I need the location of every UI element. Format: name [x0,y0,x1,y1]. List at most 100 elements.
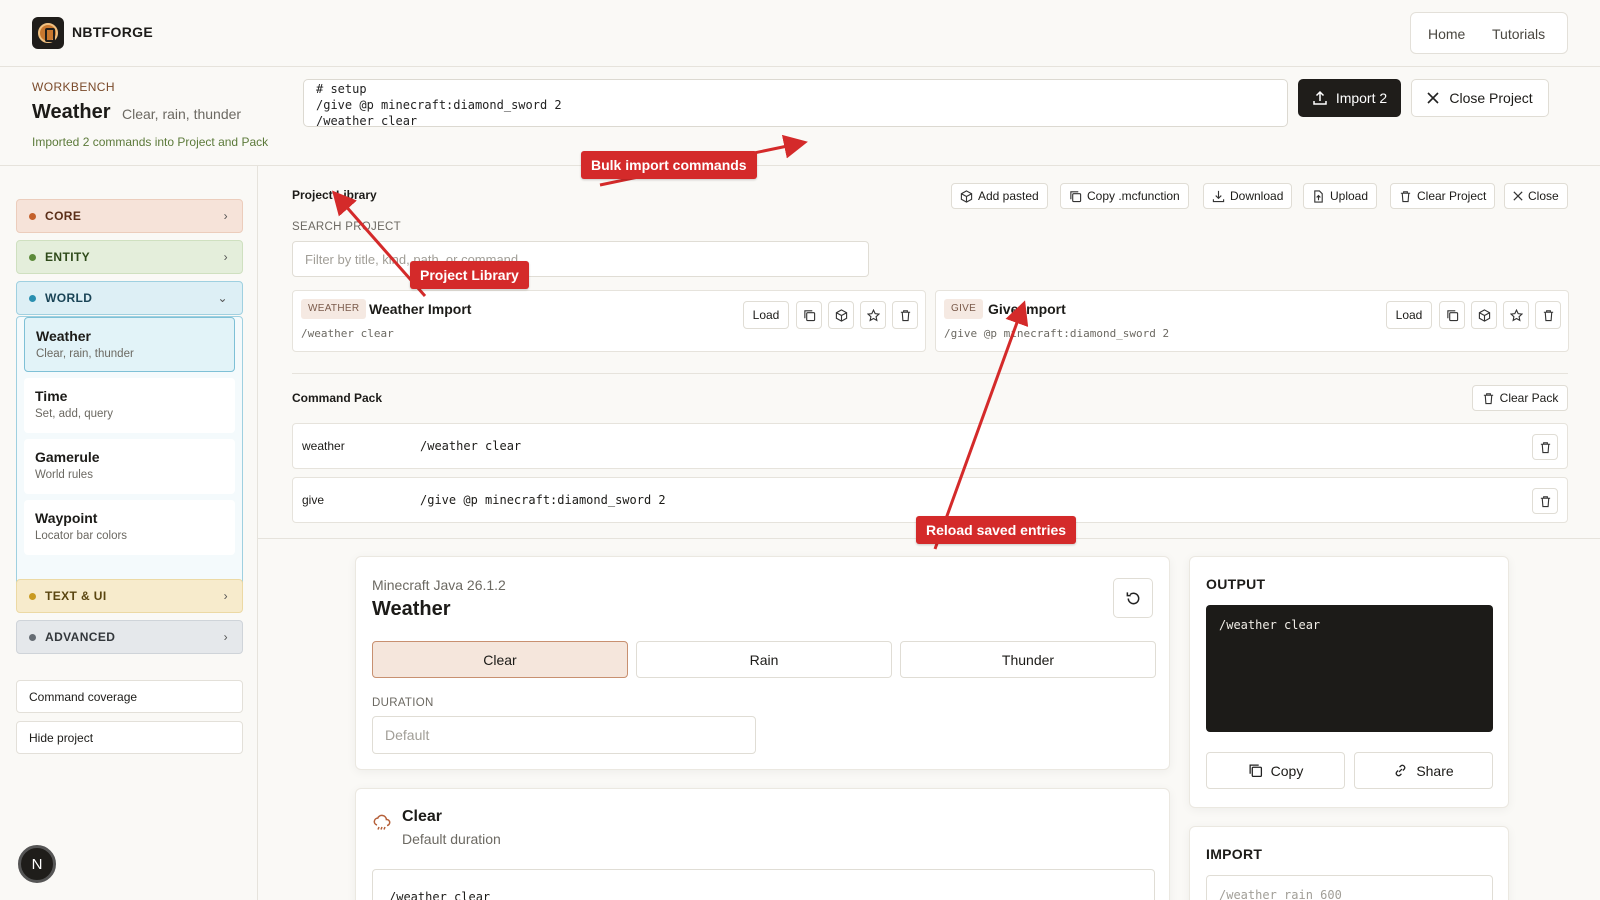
sidebar-item-subtitle: Clear, rain, thunder [36,348,134,360]
trash-icon [1540,441,1550,453]
clear-project-button[interactable]: Clear Project [1390,183,1496,209]
import-status: Imported 2 commands into Project and Pac… [32,135,269,149]
copy-icon [1446,309,1458,321]
text-ui-dot-icon [29,592,36,600]
import-input[interactable]: /weather rain 600 [1206,875,1493,900]
category-core-label: CORE [45,209,82,223]
sidebar-item-waypoint[interactable]: Waypoint Locator bar colors [24,500,235,555]
workbench-label: WORKBENCH [32,80,115,94]
add-pasted-button[interactable]: Add pasted [951,183,1048,209]
import-button[interactable]: Import 2 [1298,79,1401,117]
preset-title: Clear [402,808,443,825]
preset-command[interactable]: /weather clear [372,869,1155,900]
advanced-dot-icon [29,633,36,641]
hide-project-button[interactable]: Hide project [16,721,243,754]
sidebar-item-gamerule[interactable]: Gamerule World rules [24,439,235,494]
entry-title: Give Import [988,301,1066,317]
project-library-title: Project Library [292,188,377,202]
delete-button[interactable] [892,301,918,329]
copy-mcfunction-label: Copy .mcfunction [1087,189,1180,203]
category-text-ui[interactable]: TEXT & UI › [16,579,243,613]
library-entry-weather[interactable]: WEATHER Weather Import /weather clear Lo… [292,290,926,352]
top-nav: Home Tutorials [1410,12,1568,54]
core-dot-icon [29,212,36,220]
add-to-pack-button[interactable] [828,301,854,329]
library-entry-give[interactable]: GIVE Give Import /give @p minecraft:diam… [935,290,1569,352]
output-title: OUTPUT [1206,576,1266,592]
sidebar-item-time[interactable]: Time Set, add, query [24,378,235,433]
trash-icon [1400,190,1411,202]
load-button[interactable]: Load [1386,301,1432,329]
add-pasted-label: Add pasted [978,189,1039,203]
delete-button[interactable] [1532,488,1558,514]
output-card: OUTPUT /weather clear Copy Share [1189,556,1509,808]
reset-button[interactable] [1113,578,1153,618]
file-upload-icon [1314,189,1323,203]
editor-title: Weather [372,598,451,620]
trash-icon [1543,309,1553,321]
load-button[interactable]: Load [743,301,789,329]
close-icon [1427,92,1439,104]
download-button[interactable]: Download [1203,183,1293,209]
category-entity[interactable]: ENTITY › [16,240,243,274]
clear-pack-button[interactable]: Clear Pack [1472,385,1568,411]
upload-label: Upload [1330,189,1369,203]
copy-button[interactable] [1439,301,1465,329]
category-advanced[interactable]: ADVANCED › [16,620,243,654]
copy-icon [1070,190,1082,202]
duration-input[interactable] [372,716,756,754]
top-bar: NBTFORGE Home Tutorials [0,0,1600,67]
favorite-button[interactable] [1503,301,1529,329]
nav-home-link[interactable]: Home [1428,26,1465,42]
entry-command: /give @p minecraft:diamond_sword 2 [944,327,1170,340]
search-label: SEARCH PROJECT [292,221,401,233]
trash-icon [900,309,910,321]
category-world-label: WORLD [45,291,93,305]
kind-badge: GIVE [944,299,984,319]
copy-mcfunction-button[interactable]: Copy .mcfunction [1060,183,1189,209]
command-coverage-button[interactable]: Command coverage [16,680,243,713]
entity-dot-icon [29,253,36,261]
logo[interactable] [32,17,64,49]
add-to-pack-button[interactable] [1471,301,1497,329]
search-input[interactable] [292,241,869,277]
world-subitems: Weather Clear, rain, thunder Time Set, a… [16,316,243,605]
copy-icon [803,309,815,321]
category-entity-label: ENTITY [45,250,91,264]
copy-output-button[interactable]: Copy [1206,752,1345,789]
sidebar: CORE › ENTITY › WORLD ⌄ Weather Clear, r… [0,166,258,900]
page-subtitle: Clear, rain, thunder [122,106,242,122]
nav-tutorials-link[interactable]: Tutorials [1492,26,1545,42]
close-project-button[interactable]: Close Project [1411,79,1549,117]
divider [292,373,1568,374]
copy-output-label: Copy [1270,762,1304,779]
copy-button[interactable] [796,301,822,329]
entry-command: /weather clear [301,327,394,340]
close-library-button[interactable]: Close [1504,183,1568,209]
upload-button[interactable]: Upload [1303,183,1378,209]
sidebar-item-weather[interactable]: Weather Clear, rain, thunder [24,317,235,372]
dev-badge[interactable]: N [18,845,56,883]
package-plus-icon [1478,308,1490,322]
share-label: Share [1416,762,1454,779]
bulk-import-textarea[interactable]: # setup /give @p minecraft:diamond_sword… [303,79,1288,127]
share-button[interactable]: Share [1354,752,1493,789]
link-icon [1395,764,1406,777]
duration-label: DURATION [372,697,434,709]
delete-button[interactable] [1532,434,1558,460]
annotation-bulk-import: Bulk import commands [581,151,757,179]
category-core[interactable]: CORE › [16,199,243,233]
favorite-button[interactable] [860,301,886,329]
close-library-label: Close [1528,189,1559,203]
option-thunder[interactable]: Thunder [900,641,1156,678]
output-command[interactable]: /weather clear [1206,605,1493,732]
option-clear[interactable]: Clear [372,641,628,678]
delete-button[interactable] [1535,301,1561,329]
option-rain[interactable]: Rain [636,641,892,678]
pack-row: weather /weather clear [292,423,1568,469]
pack-kind: weather [302,439,345,453]
sidebar-item-title: Waypoint [35,510,98,526]
copy-icon [1249,764,1262,778]
category-world[interactable]: WORLD ⌄ [16,281,243,315]
chevron-right-icon: › [223,589,228,603]
